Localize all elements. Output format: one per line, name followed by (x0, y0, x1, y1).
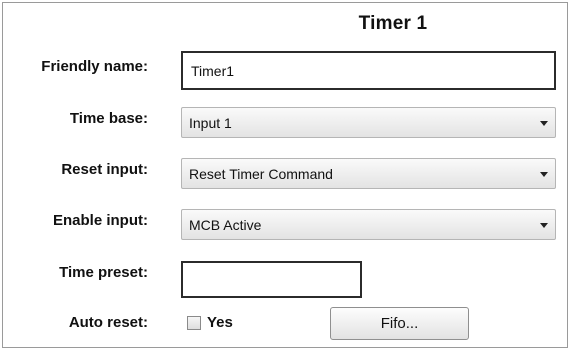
enable-input-select[interactable]: MCB Active (181, 209, 556, 240)
reset-input-label: Reset input: (61, 161, 148, 178)
friendly-name-value: Timer1 (191, 62, 235, 79)
friendly-name-label: Friendly name: (41, 58, 148, 75)
time-preset-input[interactable] (181, 261, 362, 298)
auto-reset-checkbox-label[interactable]: Yes (207, 314, 233, 331)
time-preset-label: Time preset: (59, 264, 148, 281)
friendly-name-input[interactable]: Timer1 (181, 51, 556, 90)
time-base-label: Time base: (69, 110, 148, 127)
enable-input-value: MCB Active (189, 216, 262, 233)
auto-reset-label: Auto reset: (68, 314, 148, 331)
time-base-select[interactable]: Input 1 (181, 107, 556, 138)
time-base-value: Input 1 (189, 114, 232, 131)
enable-input-label: Enable input: (53, 212, 148, 229)
dropdown-arrow-icon (540, 172, 548, 177)
auto-reset-checkbox[interactable] (187, 316, 201, 330)
dropdown-arrow-icon (540, 223, 548, 228)
panel-title: Timer 1 (358, 13, 428, 34)
reset-input-value: Reset Timer Command (189, 165, 333, 182)
dropdown-arrow-icon (540, 121, 548, 126)
fifo-button[interactable]: Fifo... (330, 307, 469, 340)
reset-input-select[interactable]: Reset Timer Command (181, 158, 556, 189)
